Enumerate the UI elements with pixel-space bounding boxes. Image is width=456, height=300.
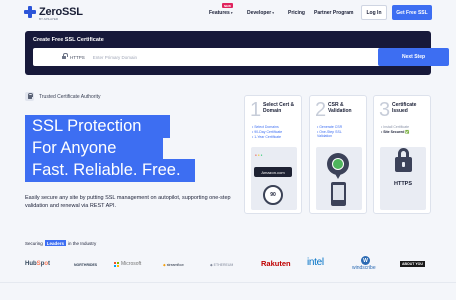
- step-illustration: ●●● Amazon.com 90: [251, 147, 297, 210]
- step-card-2: 2 CSR & Validation Generate CSR One-Step…: [309, 95, 367, 214]
- chevron-down-icon: ▾: [272, 11, 274, 15]
- logo-hubspot: HubSpot: [25, 261, 51, 267]
- step-card-3: 3 Certificate Issued Install Certificate…: [373, 95, 431, 214]
- next-step-button[interactable]: Next Step: [378, 48, 449, 66]
- get-free-ssl-button[interactable]: Get Free SSL: [392, 5, 432, 20]
- step-bullet: Select Domains: [252, 125, 279, 129]
- leaders-heading: Securing Leaders in the Industry: [25, 240, 97, 246]
- step-bullet: Generate CSR: [317, 125, 342, 129]
- top-nav: ZeroSSL BY APILAYER NEW Features▾ Develo…: [0, 0, 456, 26]
- step-number: 2: [315, 99, 327, 121]
- step-bullet: Site Secured ✅: [381, 130, 410, 134]
- section-divider: [0, 282, 456, 283]
- trusted-text: Trusted Certificate Authority: [39, 93, 101, 100]
- hero-heading-line-2: For Anyone: [25, 137, 163, 160]
- microsoft-icon: [114, 261, 119, 267]
- step-number: 1: [250, 99, 262, 121]
- step-illustration: [316, 147, 362, 210]
- domain-input[interactable]: HTTPS Enter Primary Domain: [33, 48, 383, 66]
- logo-intel: intel: [307, 257, 324, 268]
- create-certificate-panel: Create Free SSL Certificate HTTPS Enter …: [25, 31, 449, 75]
- padlock-icon: [395, 148, 412, 172]
- step-bullet: Install Certificate: [381, 125, 409, 129]
- step-title: CSR & Validation: [328, 102, 352, 114]
- protocol-label: HTTPS: [70, 54, 85, 60]
- chevron-down-icon: ▾: [230, 11, 233, 15]
- logo-rakuten: Rakuten: [261, 259, 291, 268]
- login-button[interactable]: Log In: [361, 5, 387, 20]
- map-pin-user-icon: [327, 153, 349, 179]
- nav-partner-program[interactable]: Partner Program: [314, 10, 353, 16]
- logo-about-you: ABOUT YOU: [400, 261, 425, 267]
- step-bullet: 1-Year Certificate: [252, 135, 281, 139]
- step-bullet: One-Step SSL Validation: [317, 130, 351, 138]
- step-number: 3: [379, 99, 391, 121]
- logo-streamflow: ◆ streamflow: [163, 263, 184, 267]
- hero-heading-line-1: SSL Protection: [25, 115, 170, 138]
- logo-microsoft: Microsoft: [114, 261, 141, 267]
- nav-features[interactable]: Features▾: [209, 10, 233, 16]
- windscribe-icon: W: [361, 256, 370, 265]
- logo-sub: BY APILAYER: [39, 17, 59, 21]
- step-bullet: 90-Day Certificate: [252, 130, 282, 134]
- nav-developer[interactable]: Developer▾: [247, 10, 274, 16]
- hero-heading-line-3: Fast. Reliable. Free.: [25, 159, 195, 182]
- trusted-ca: Trusted Certificate Authority: [25, 92, 101, 101]
- lock-icon: [25, 92, 34, 101]
- new-badge: NEW: [222, 3, 233, 8]
- window-dots-icon: ●●●: [255, 153, 264, 157]
- logo-icon: [24, 6, 36, 18]
- days-gauge: 90: [263, 185, 283, 205]
- step-title: Certificate Issued: [392, 102, 417, 114]
- phone-icon: [331, 182, 346, 206]
- domain-placeholder: Enter Primary Domain: [92, 54, 138, 60]
- lock-icon: [62, 52, 68, 60]
- logo[interactable]: ZeroSSL BY APILAYER: [24, 6, 83, 21]
- logo-northrides: NORTHRIDES: [74, 263, 98, 267]
- step-card-1: 1 Select Cert & Domain Select Domains 90…: [244, 95, 302, 214]
- nav-pricing[interactable]: Pricing: [288, 10, 305, 16]
- hero-description: Easily secure any site by putting SSL ma…: [25, 195, 231, 209]
- domain-pill: Amazon.com: [254, 167, 292, 177]
- step-title: Select Cert & Domain: [263, 102, 295, 114]
- step-illustration: HTTPS: [380, 147, 426, 210]
- logo-windscribe: W windscribe: [352, 256, 376, 271]
- https-label: HTTPS: [393, 181, 413, 187]
- logo-ethereum: ◆ ETHEREUM: [210, 263, 234, 267]
- create-label: Create Free SSL Certificate: [33, 37, 104, 43]
